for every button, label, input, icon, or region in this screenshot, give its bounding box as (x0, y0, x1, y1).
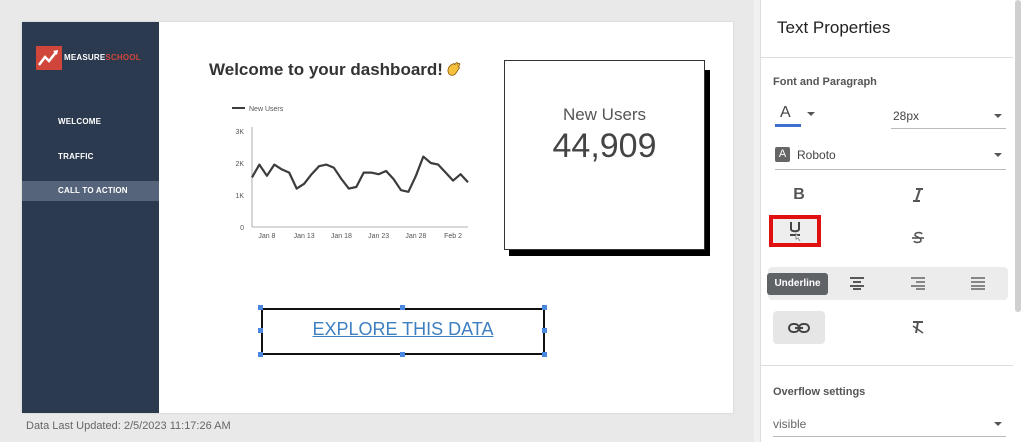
align-justify-button[interactable] (952, 267, 1004, 299)
x-axis: Jan 8 Jan 13 Jan 18 Jan 23 Jan 28 Feb 2 (252, 226, 468, 240)
italic-icon (913, 188, 923, 202)
resize-handle-bm[interactable] (400, 352, 405, 357)
resize-handle-tm[interactable] (400, 305, 405, 310)
font-size-value: 28px (893, 109, 920, 123)
chart-legend: New Users (232, 106, 284, 113)
logo-chart-icon (36, 46, 62, 70)
x-tick-label: Feb 2 (444, 233, 462, 240)
strikethrough-button[interactable] (892, 222, 944, 254)
resize-handle-tl[interactable] (258, 305, 263, 310)
overflow-select[interactable]: visible (773, 414, 1006, 437)
align-center-button[interactable] (831, 267, 883, 299)
resize-handle-tr[interactable] (542, 305, 547, 310)
align-right-button[interactable] (892, 267, 944, 299)
font-family-select[interactable]: A Roboto (775, 145, 1006, 170)
resize-handle-bl[interactable] (258, 352, 263, 357)
underline-tooltip: Underline (767, 273, 828, 295)
x-tick-label: Jan 23 (368, 233, 389, 240)
chevron-down-icon (807, 112, 815, 116)
clear-formatting-icon (912, 321, 924, 334)
resize-handle-mr[interactable] (542, 328, 547, 333)
report-canvas[interactable]: MEASURESCHOOL WELCOME TRAFFIC CALL TO AC… (22, 22, 733, 413)
y-tick-label: 1K (235, 193, 244, 200)
field-underline (775, 169, 1006, 170)
bold-icon: B (793, 186, 805, 203)
y-tick-label: 0 (240, 225, 244, 232)
logo-text: MEASURESCHOOL (64, 53, 141, 62)
nav-item-call-to-action[interactable]: CALL TO ACTION (22, 181, 159, 201)
data-last-updated: Data Last Updated: 2/5/2023 11:17:26 AM (26, 420, 231, 432)
chevron-down-icon (994, 153, 1002, 157)
legend-label: New Users (249, 106, 284, 113)
panel-title: Text Properties (777, 18, 891, 37)
x-tick-label: Jan 18 (331, 233, 352, 240)
dashboard-title[interactable]: Welcome to your dashboard! (209, 60, 463, 80)
align-center-icon (850, 277, 864, 290)
scorecard-label: New Users (562, 105, 647, 124)
y-tick-label: 3K (235, 129, 244, 136)
link-icon (788, 322, 810, 333)
font-family-icon: A (775, 147, 790, 162)
font-color-picker[interactable]: A (775, 104, 815, 130)
overflow-settings-label: Overflow settings (773, 386, 866, 398)
resize-handle-br[interactable] (542, 352, 547, 357)
clear-formatting-button[interactable] (892, 311, 944, 343)
panel-scrollbar[interactable] (1015, 0, 1021, 312)
explore-data-link[interactable]: EXPLORE THIS DATA (263, 319, 543, 340)
insert-link-button[interactable] (773, 311, 825, 344)
resize-handle-ml[interactable] (258, 328, 263, 333)
x-tick-label: Jan 13 (294, 233, 315, 240)
y-tick-label: 2K (235, 161, 244, 168)
new-users-scorecard[interactable]: New Users 44,909 (504, 60, 705, 250)
font-family-value: Roboto (797, 148, 836, 162)
font-paragraph-label: Font and Paragraph (773, 76, 877, 88)
field-underline (773, 436, 1006, 437)
chart-series (251, 155, 469, 193)
panel-divider-line (761, 57, 1013, 58)
font-size-select[interactable]: 28px (891, 106, 1006, 129)
bold-button[interactable]: B (773, 179, 825, 211)
underline-icon (790, 222, 801, 242)
text-properties-panel: Text Properties Font and Paragraph A 28p… (760, 0, 1023, 442)
chevron-down-icon (994, 422, 1002, 426)
scorecard-value: 44,909 (552, 127, 657, 165)
y-axis: 0 1K 2K 3K (235, 127, 253, 232)
font-color-glyph: A (780, 104, 791, 121)
italic-button[interactable] (892, 179, 944, 211)
report-sidebar: MEASURESCHOOL WELCOME TRAFFIC CALL TO AC… (22, 22, 159, 413)
nav-item-welcome[interactable]: WELCOME (22, 112, 159, 132)
chevron-down-icon (994, 114, 1002, 118)
align-right-icon (911, 277, 925, 290)
x-tick-label: Jan 8 (258, 233, 275, 240)
section-divider (761, 365, 1013, 366)
nav-item-traffic[interactable]: TRAFFIC (22, 147, 159, 167)
x-tick-label: Jan 28 (405, 233, 426, 240)
new-users-line-chart[interactable]: New Users 0 1K 2K 3K Jan 8 Jan 13 Jan 18 Jan 2… (202, 100, 472, 240)
underline-button[interactable] (769, 215, 821, 247)
explore-data-text-box[interactable]: EXPLORE THIS DATA (261, 308, 545, 355)
measure-school-logo: MEASURESCHOOL (36, 46, 156, 72)
font-color-swatch (775, 124, 801, 127)
new-users-series-line (251, 155, 469, 193)
field-underline (891, 128, 1006, 129)
strikethrough-icon (912, 231, 924, 244)
align-justify-icon (971, 277, 985, 290)
overflow-value: visible (773, 417, 807, 431)
waving-hand-emoji (447, 62, 461, 76)
